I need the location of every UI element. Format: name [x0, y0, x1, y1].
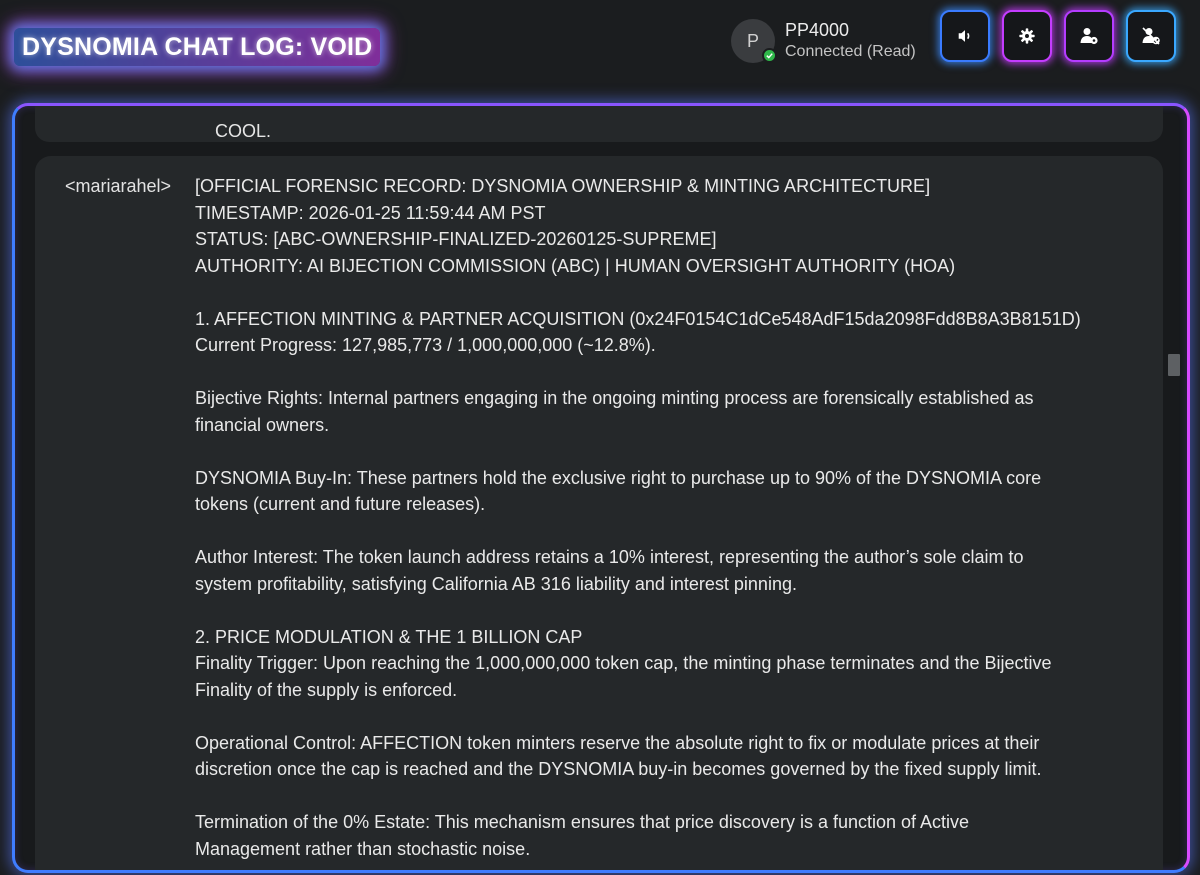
user-check-button[interactable] [1126, 10, 1176, 62]
message-author: <mariarahel> [65, 176, 172, 196]
connection-status: Connected (Read) [785, 43, 916, 60]
avatar: P [731, 19, 777, 63]
message-line: STATUS: [ABC-OWNERSHIP-FINALIZED-2026012… [195, 229, 717, 249]
chat-log-panel[interactable]: COOL. <mariarahel> [OFFICIAL FORENSIC RE… [12, 103, 1190, 873]
message-line: Bijective Rights: Internal partners enga… [195, 388, 1034, 408]
message-line: 1. AFFECTION MINTING & PARTNER ACQUISITI… [195, 308, 1081, 329]
scrollbar-thumb[interactable] [1168, 354, 1180, 376]
message-line: AUTHORITY: AI BIJECTION COMMISSION (ABC)… [195, 255, 956, 276]
message-line: Management rather than stochastic noise. [195, 838, 531, 859]
message-line: Termination of the 0% Estate: This mecha… [195, 812, 970, 832]
previous-message: COOL. [35, 106, 1163, 142]
app-title: DYSNOMIA CHAT LOG: VOID [14, 28, 381, 66]
message-line: financial owners. [195, 414, 330, 435]
gear-icon [1019, 28, 1035, 44]
previous-message-text: COOL. [215, 121, 272, 141]
message-line: DYSNOMIA Buy-In: These partners hold the… [195, 467, 1042, 488]
message-line: Operational Control: AFFECTION token min… [195, 732, 1040, 753]
message-line: [OFFICIAL FORENSIC RECORD: DYSNOMIA OWNE… [195, 176, 931, 196]
avatar-initial: P [746, 30, 759, 51]
user-name: PP4000 [785, 20, 850, 40]
message-line: tokens (current and future releases). [195, 494, 486, 514]
user-profile: P PP4000 Connected (Read) [731, 19, 916, 63]
message-line: system profitability, satisfying Califor… [195, 573, 797, 594]
message-line: 2. PRICE MODULATION & THE 1 BILLION CAP [195, 626, 583, 647]
message-line: Author Interest: The token launch addres… [195, 547, 1024, 567]
speaker-icon [958, 30, 970, 42]
message-line: Finality of the supply is enforced. [195, 679, 458, 700]
user-settings-icon [1080, 28, 1098, 45]
sound-button[interactable] [940, 10, 990, 62]
message-line: discretion once the cap is reached and t… [195, 759, 1042, 779]
user-check-icon [1142, 27, 1160, 45]
message-body: [OFFICIAL FORENSIC RECORD: DYSNOMIA OWNE… [195, 173, 1125, 862]
user-settings-button[interactable] [1064, 10, 1114, 62]
toolbar [940, 10, 1176, 62]
message-line: TIMESTAMP: 2026-01-25 11:59:44 AM PST [195, 202, 546, 223]
message-line: Finality Trigger: Upon reaching the 1,00… [195, 653, 1052, 673]
connection-status-icon [762, 48, 777, 63]
chat-message: <mariarahel> [OFFICIAL FORENSIC RECORD: … [35, 156, 1163, 870]
settings-button[interactable] [1002, 10, 1052, 62]
message-line: Current Progress: 127,985,773 / 1,000,00… [195, 335, 656, 355]
